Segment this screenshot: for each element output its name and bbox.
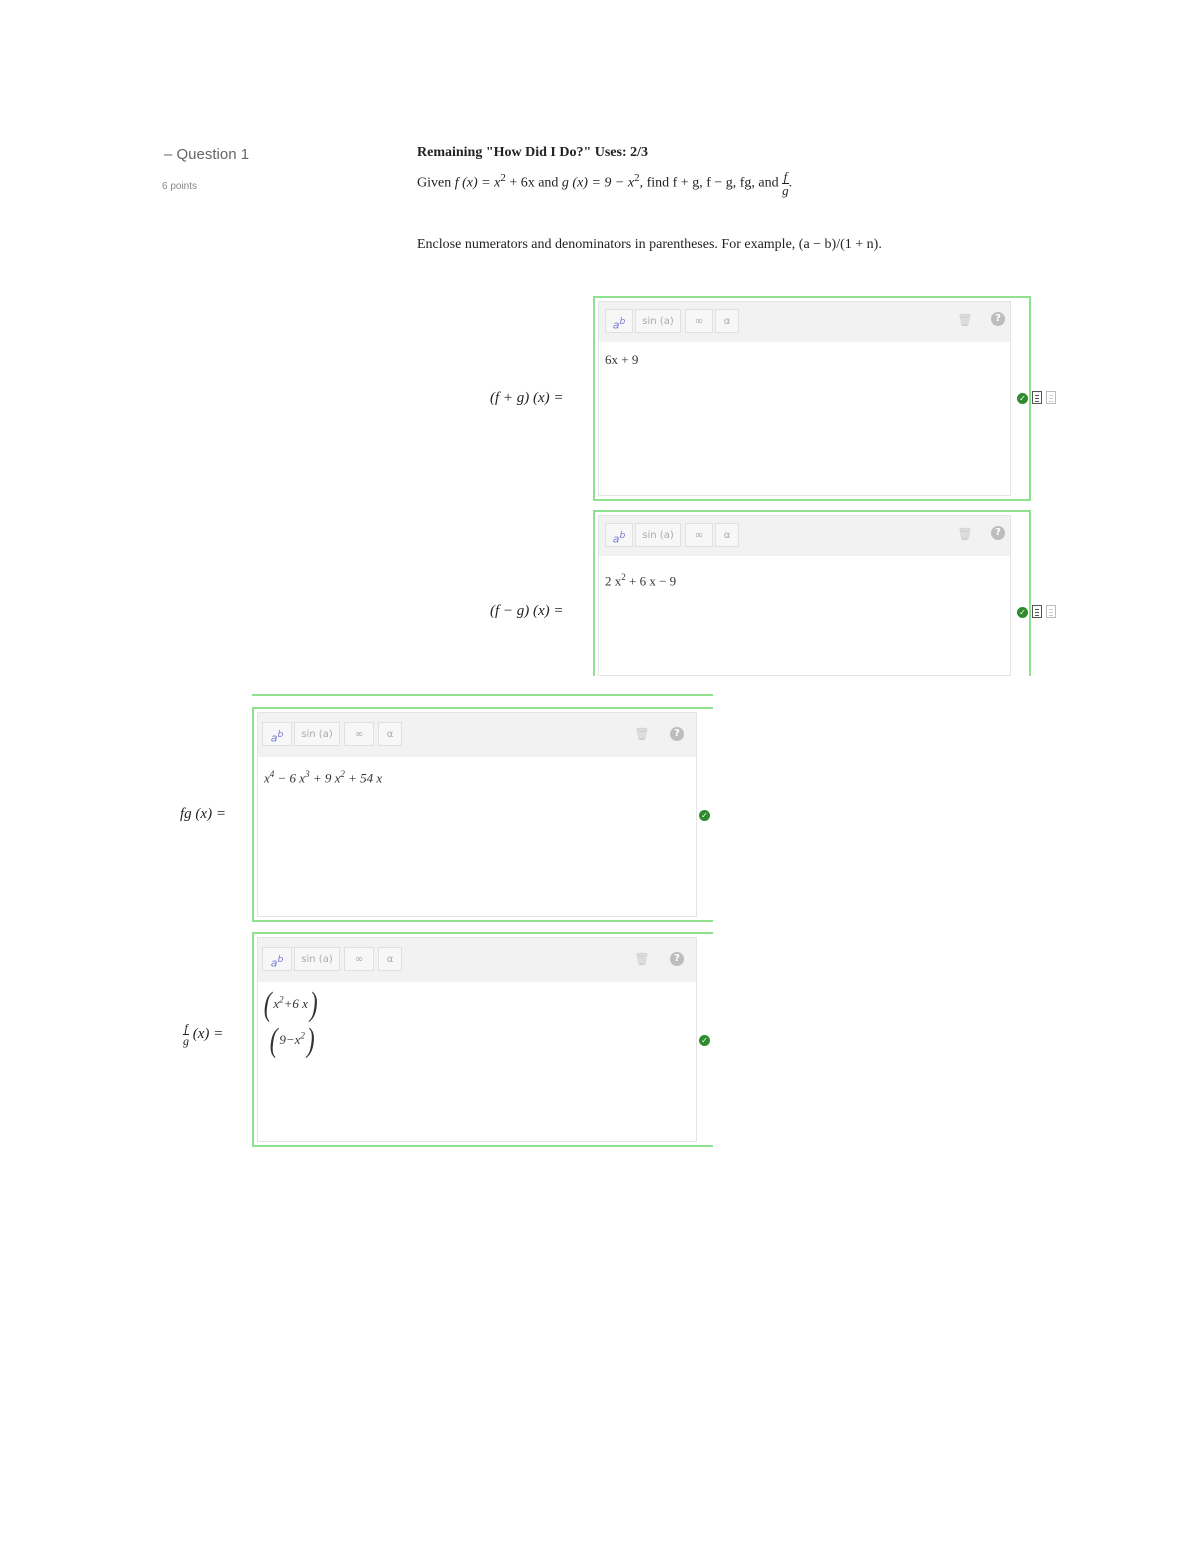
answer-value-quotient[interactable]: (x2+6 x) (9−x2)	[262, 986, 319, 1060]
answer-value-product[interactable]: x4 − 6 x3 + 9 x2 + 54 x	[264, 769, 382, 786]
cropped-box-edge	[252, 694, 713, 696]
correct-check-icon: ✓	[1017, 393, 1028, 404]
document-icon-light[interactable]	[1046, 605, 1056, 618]
infinity-button[interactable]: ∞	[685, 523, 713, 547]
given-f: f (x) = x	[454, 175, 501, 191]
answer-label-sum: (f + g) (x) =	[490, 390, 564, 406]
math-toolbar: ab sin (a) ∞ α 🗑 ?	[258, 713, 696, 757]
given-end: .	[788, 175, 793, 191]
answer-box-sum[interactable]: ab sin (a) ∞ α 🗑 ? 6x + 9	[593, 296, 1031, 501]
trash-icon[interactable]: 🗑	[634, 951, 650, 967]
trash-icon[interactable]: 🗑	[957, 312, 973, 328]
alpha-button[interactable]: α	[715, 523, 739, 547]
correct-check-icon: ✓	[699, 1035, 710, 1046]
math-editor[interactable]: ab sin (a) ∞ α 🗑 ? (x2+6 x) (9−x2)	[257, 937, 697, 1142]
answer-value-difference[interactable]: 2 x2 + 6 x − 9	[605, 572, 676, 589]
sin-button[interactable]: sin (a)	[294, 722, 340, 746]
given-f-rest: + 6x and	[505, 175, 562, 191]
document-icon-light[interactable]	[1046, 391, 1056, 404]
exponent-button[interactable]: ab	[262, 947, 292, 971]
exponent-button[interactable]: ab	[605, 309, 633, 333]
given-prefix: Given	[417, 175, 455, 191]
answer-box-product[interactable]: ab sin (a) ∞ α 🗑 ? x4 − 6 x3 + 9 x2 + 54…	[252, 707, 713, 922]
infinity-button[interactable]: ∞	[344, 947, 374, 971]
document-icon[interactable]	[1032, 391, 1042, 404]
answer-label-quotient: fg (x) =	[183, 1022, 223, 1047]
help-icon[interactable]: ?	[670, 727, 684, 741]
help-icon[interactable]: ?	[670, 952, 684, 966]
exponent-button[interactable]: ab	[262, 722, 292, 746]
alpha-button[interactable]: α	[378, 947, 402, 971]
problem-statement: Given f (x) = x2 + 6x and g (x) = 9 − x2…	[417, 170, 792, 197]
answer-label-difference: (f − g) (x) =	[490, 603, 564, 619]
answer-box-quotient[interactable]: ab sin (a) ∞ α 🗑 ? (x2+6 x) (9−x2)	[252, 932, 713, 1147]
trash-icon[interactable]: 🗑	[957, 526, 973, 542]
question-title: Question 1	[176, 146, 250, 163]
infinity-button[interactable]: ∞	[685, 309, 713, 333]
alpha-button[interactable]: α	[715, 309, 739, 333]
quotient-numerator: (x2+6 x)	[263, 986, 318, 1023]
exponent-button[interactable]: ab	[605, 523, 633, 547]
answer-value-sum[interactable]: 6x + 9	[605, 352, 638, 368]
correct-check-icon: ✓	[699, 810, 710, 821]
sin-button[interactable]: sin (a)	[635, 309, 681, 333]
math-editor[interactable]: ab sin (a) ∞ α 🗑 ? x4 − 6 x3 + 9 x2 + 54…	[257, 712, 697, 917]
trash-icon[interactable]: 🗑	[634, 726, 650, 742]
alpha-button[interactable]: α	[378, 722, 402, 746]
question-points: 6 points	[162, 181, 198, 192]
label-rest: (x) =	[189, 1025, 224, 1042]
correct-check-icon: ✓	[1017, 607, 1028, 618]
answer-box-difference[interactable]: ab sin (a) ∞ α 🗑 ? 2 x2 + 6 x − 9	[593, 510, 1031, 676]
quotient-denominator: (9−x2)	[269, 1022, 315, 1059]
remaining-uses: Remaining "How Did I Do?" Uses: 2/3	[417, 145, 648, 160]
question-header[interactable]: – Question 1	[164, 146, 249, 163]
sin-button[interactable]: sin (a)	[294, 947, 340, 971]
math-toolbar: ab sin (a) ∞ α 🗑 ?	[258, 938, 696, 982]
given-find: , find f + g, f − g, fg, and	[639, 175, 783, 191]
answer-label-product: fg (x) =	[180, 806, 226, 822]
math-toolbar: ab sin (a) ∞ α 🗑 ?	[599, 516, 1010, 556]
math-editor[interactable]: ab sin (a) ∞ α 🗑 ? 6x + 9	[598, 301, 1011, 496]
infinity-button[interactable]: ∞	[344, 722, 374, 746]
given-g: g (x) = 9 − x	[561, 175, 635, 191]
help-icon[interactable]: ?	[991, 312, 1005, 326]
instruction-text: Enclose numerators and denominators in p…	[417, 237, 882, 252]
math-toolbar: ab sin (a) ∞ α 🗑 ?	[599, 302, 1010, 342]
document-icon[interactable]	[1032, 605, 1042, 618]
help-icon[interactable]: ?	[991, 526, 1005, 540]
sin-button[interactable]: sin (a)	[635, 523, 681, 547]
math-editor[interactable]: ab sin (a) ∞ α 🗑 ? 2 x2 + 6 x − 9	[598, 515, 1011, 676]
